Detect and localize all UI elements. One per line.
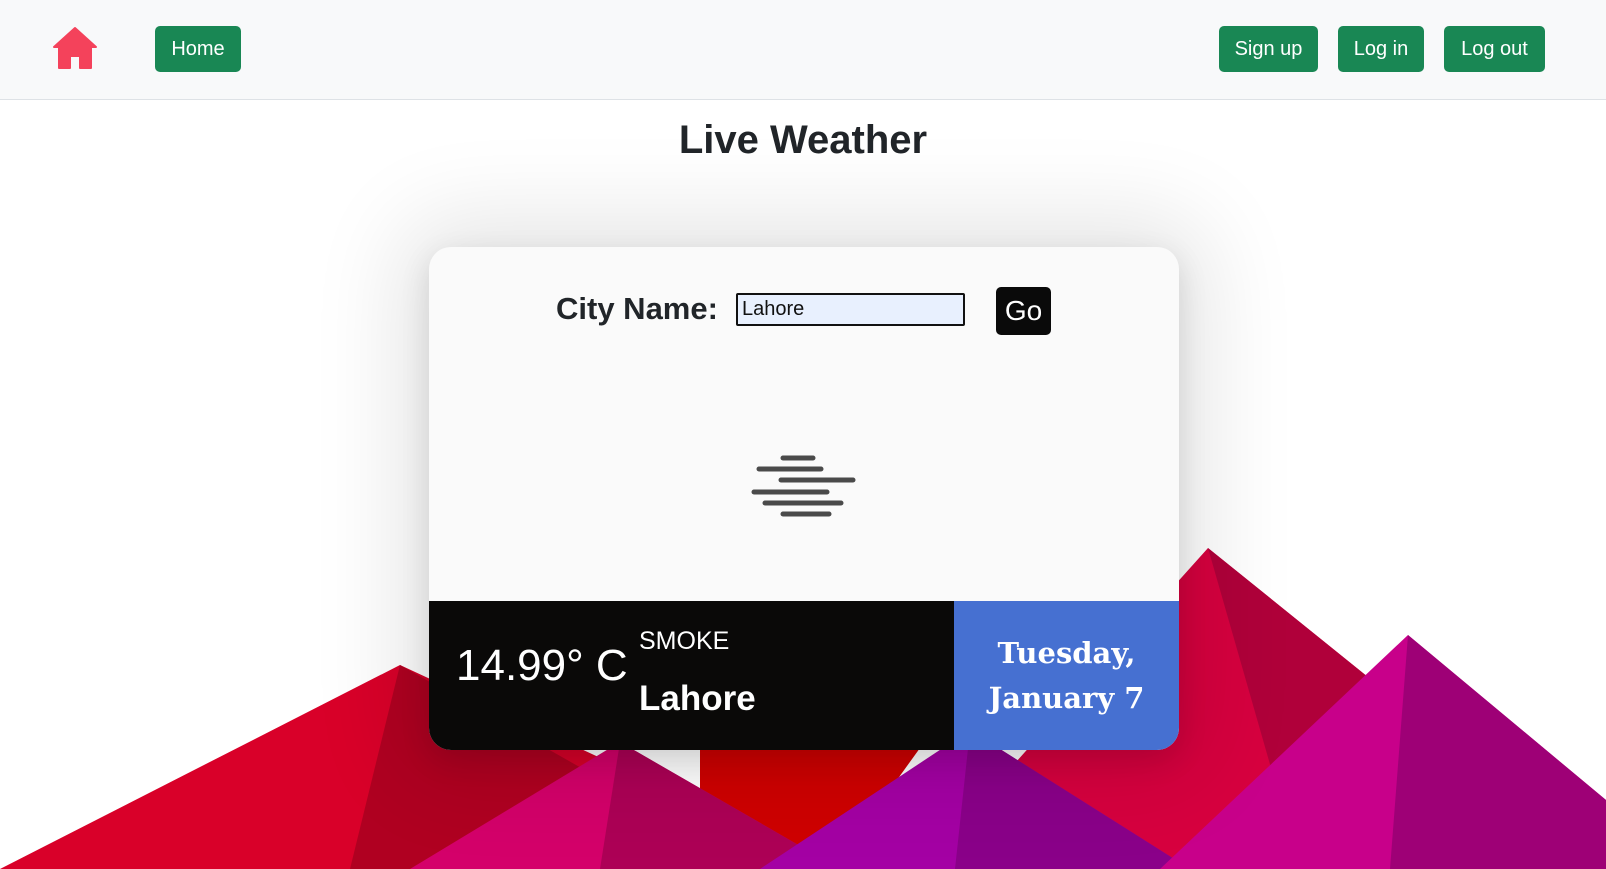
home-button[interactable]: Home [155, 26, 241, 72]
weather-info-bar: 14.99° C SMOKE Lahore [429, 601, 954, 750]
city-name-display: Lahore [639, 679, 756, 718]
temperature-value: 14.99° C [456, 641, 628, 690]
navbar: Home Sign up Log in Log out [0, 0, 1606, 100]
sign-up-button[interactable]: Sign up [1219, 26, 1318, 72]
date-label: January 7 [988, 680, 1145, 715]
log-out-button[interactable]: Log out [1444, 26, 1545, 72]
weather-card: City Name: Go 14.99° C SMOKE Lahore Tues… [429, 247, 1179, 750]
day-label: Tuesday, [997, 635, 1136, 670]
date-panel: Tuesday, January 7 [954, 601, 1179, 750]
go-button[interactable]: Go [996, 287, 1051, 335]
city-input[interactable] [736, 293, 965, 326]
page-title: Live Weather [678, 118, 928, 162]
house-icon[interactable] [52, 26, 98, 70]
city-name-label: City Name: [556, 291, 718, 326]
log-in-button[interactable]: Log in [1338, 26, 1424, 72]
haze-icon [751, 455, 856, 517]
weather-condition: SMOKE [639, 627, 730, 655]
